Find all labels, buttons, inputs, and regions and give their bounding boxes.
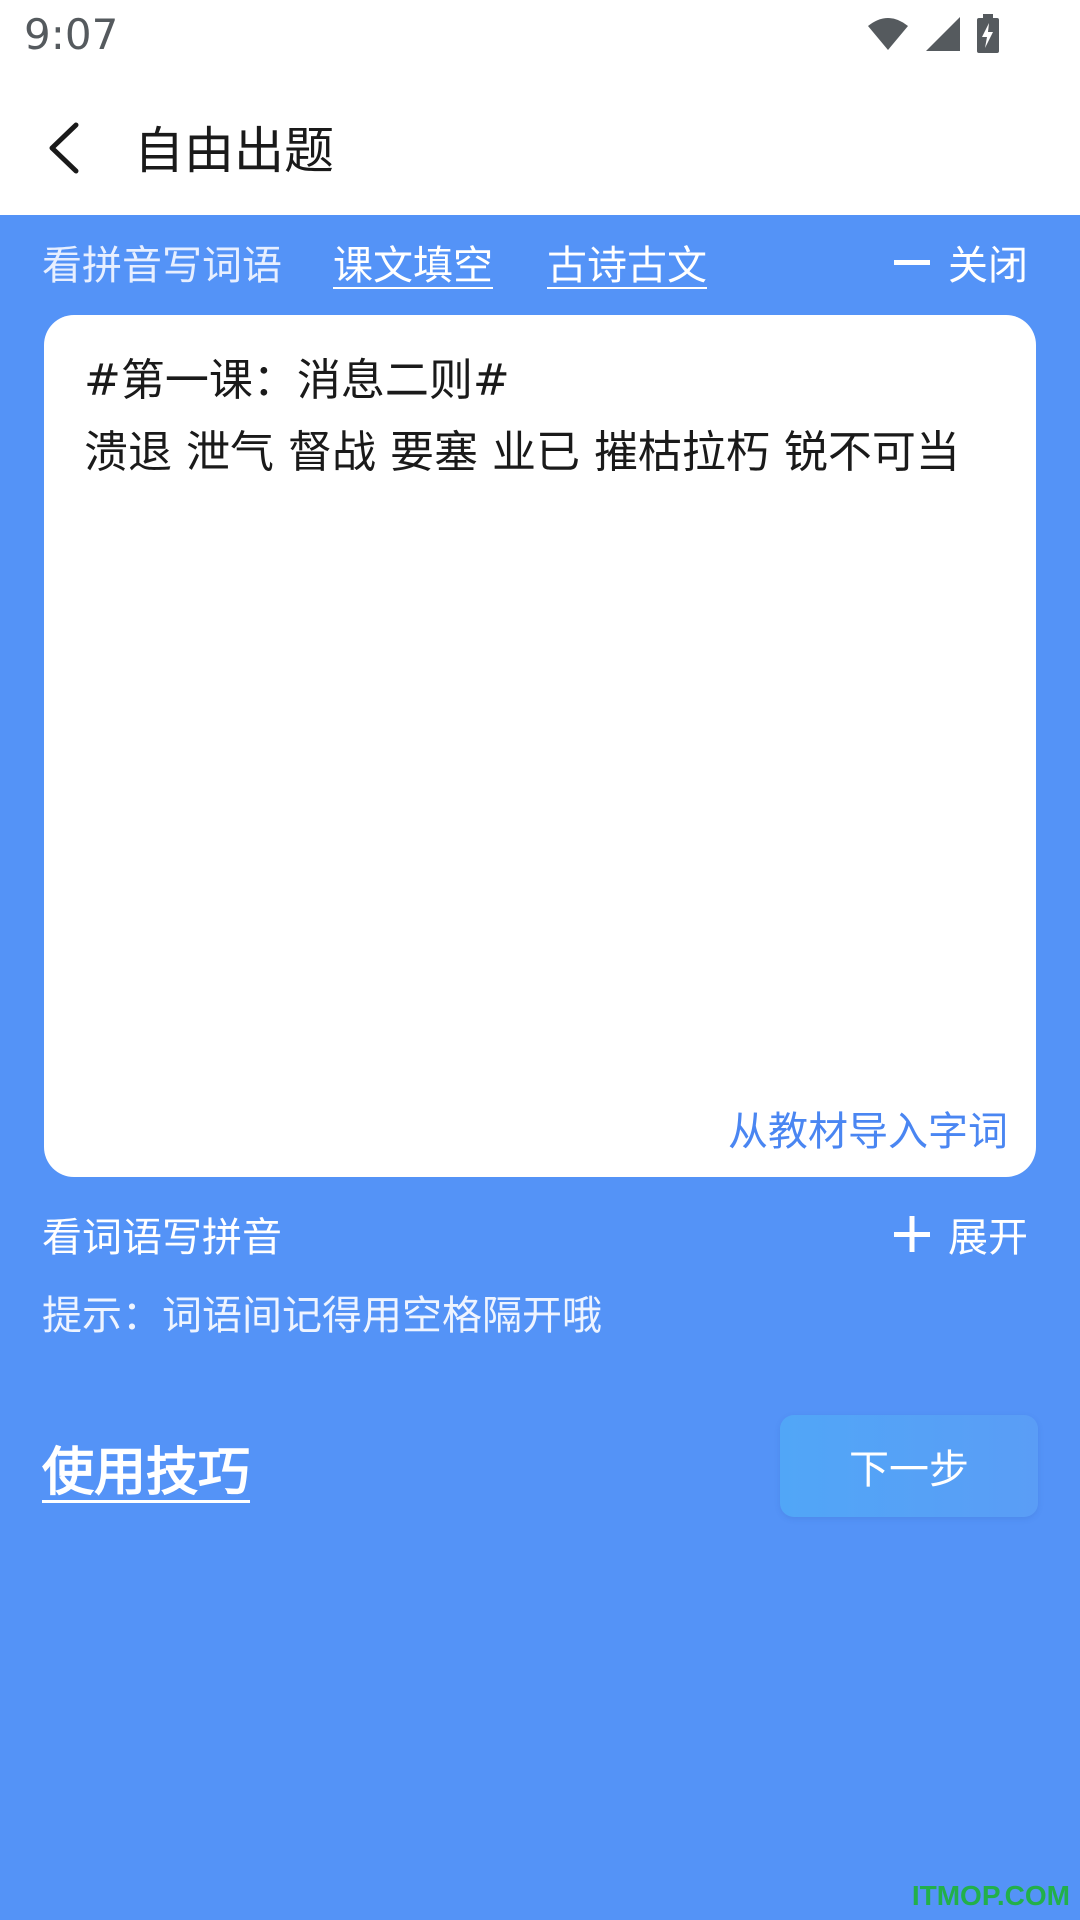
status-icons <box>866 14 1000 54</box>
plus-icon <box>894 1216 930 1252</box>
next-step-button[interactable]: 下一步 <box>780 1415 1038 1517</box>
section-title[interactable]: 看词语写拼音 <box>42 1205 282 1263</box>
usage-tips-link[interactable]: 使用技巧 <box>42 1430 250 1505</box>
wifi-icon <box>868 18 908 50</box>
back-arrow-icon <box>49 122 79 174</box>
minus-icon <box>894 260 930 265</box>
main-content: 看拼音写词语 课文填空 古诗古文 关闭 #第一课：消息二则# 溃退 泄气 督战 … <box>0 215 1080 1920</box>
words-to-pinyin-section: 看词语写拼音 展开 <box>0 1205 1080 1285</box>
app-bar: 自由出题 <box>0 75 1080 215</box>
status-bar: 9:07 <box>0 0 1080 75</box>
import-from-textbook-link[interactable]: 从教材导入字词 <box>728 1099 1008 1157</box>
tabs-row: 看拼音写词语 课文填空 古诗古文 关闭 <box>0 215 1080 305</box>
close-label: 关闭 <box>948 243 1028 289</box>
status-time: 9:07 <box>24 10 119 59</box>
hint-text: 提示：词语间记得用空格隔开哦 <box>42 1293 602 1339</box>
expand-toggle[interactable]: 展开 <box>892 1205 1028 1263</box>
tab-pinyin-to-words[interactable]: 看拼音写词语 <box>42 233 282 291</box>
expand-label: 展开 <box>948 1215 1028 1261</box>
tab-text-fill-blank[interactable]: 课文填空 <box>333 233 493 291</box>
battery-charging-icon <box>977 14 999 53</box>
back-button[interactable] <box>40 113 100 183</box>
word-editor-card[interactable]: #第一课：消息二则# 溃退 泄气 督战 要塞 业已 摧枯拉朽 锐不可当 从教材导… <box>44 315 1036 1177</box>
watermark: ITMOP.COM <box>911 1880 1070 1911</box>
tab-ancient-poetry[interactable]: 古诗古文 <box>547 233 707 291</box>
close-toggle[interactable]: 关闭 <box>892 233 1028 291</box>
signal-icon <box>926 17 960 51</box>
page-title: 自由出题 <box>134 122 334 180</box>
word-editor-text[interactable]: #第一课：消息二则# 溃退 泄气 督战 要塞 业已 摧枯拉朽 锐不可当 <box>84 345 996 489</box>
